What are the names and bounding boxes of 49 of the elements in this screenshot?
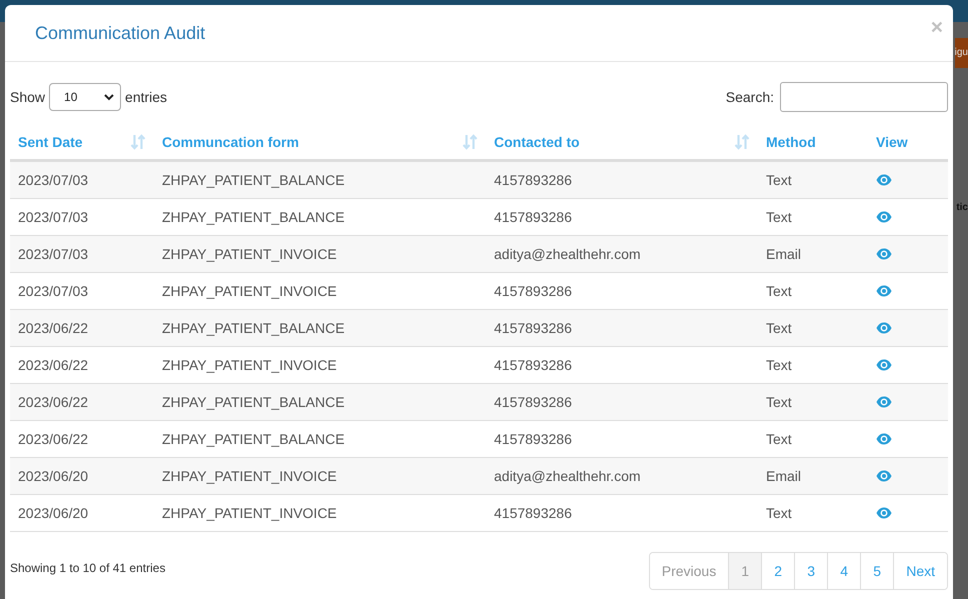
table-cell: Email <box>758 458 868 494</box>
modal-title: Communication Audit <box>35 22 206 44</box>
eye-icon[interactable] <box>876 174 892 186</box>
entries-label: entries <box>125 89 168 105</box>
table-cell: aditya@zhealthehr.com <box>486 458 758 494</box>
table-cell: ZHPAY_PATIENT_INVOICE <box>154 236 486 272</box>
pagination-nav-button[interactable]: Next <box>893 553 947 589</box>
table-cell: 4157893286 <box>486 160 758 198</box>
eye-icon[interactable] <box>876 396 892 408</box>
table-cell: ZHPAY_PATIENT_INVOICE <box>154 458 486 494</box>
table-cell: ZHPAY_PATIENT_BALANCE <box>154 310 486 346</box>
table-cell: 4157893286 <box>486 384 758 420</box>
eye-icon[interactable] <box>876 248 892 260</box>
search-field[interactable] <box>780 82 948 112</box>
table-cell: ZHPAY_PATIENT_BALANCE <box>154 160 486 198</box>
eye-icon[interactable] <box>876 285 892 297</box>
chevron-down-icon <box>104 94 114 100</box>
eye-icon[interactable] <box>876 322 892 334</box>
background-text: tic <box>956 202 968 213</box>
table-cell: Text <box>758 384 868 420</box>
sort-icon <box>130 134 146 150</box>
entries-select[interactable]: 10 <box>49 83 122 111</box>
sort-icon <box>462 134 478 150</box>
entries-info: Showing 1 to 10 of 41 entries <box>10 561 166 575</box>
table-cell: ZHPAY_PATIENT_INVOICE <box>154 494 486 532</box>
table-cell: 4157893286 <box>486 494 758 532</box>
table-cell: 2023/06/20 <box>10 494 154 532</box>
sort-icon <box>734 134 750 150</box>
eye-icon[interactable] <box>876 433 892 445</box>
table-cell: aditya@zhealthehr.com <box>486 236 758 272</box>
table-cell: 2023/06/22 <box>10 384 154 420</box>
table-cell: Text <box>758 494 868 532</box>
table-cell: 4157893286 <box>486 310 758 346</box>
table-cell: 2023/07/03 <box>10 236 154 272</box>
eye-icon[interactable] <box>876 359 892 371</box>
eye-icon[interactable] <box>876 470 892 482</box>
table-cell: Email <box>758 236 868 272</box>
table-cell: ZHPAY_PATIENT_BALANCE <box>154 384 486 420</box>
table-cell: Text <box>758 160 868 198</box>
eye-icon[interactable] <box>876 211 892 223</box>
page-button[interactable]: 1 <box>728 553 762 589</box>
table-cell: 2023/06/20 <box>10 458 154 494</box>
eye-icon[interactable] <box>876 507 892 519</box>
show-label: Show <box>10 89 46 105</box>
search-label: Search: <box>726 89 774 105</box>
table-cell: 2023/06/22 <box>10 310 154 346</box>
table-cell: Text <box>758 310 868 346</box>
table-cell: 2023/07/03 <box>10 160 154 198</box>
close-button[interactable]: × <box>930 16 943 40</box>
